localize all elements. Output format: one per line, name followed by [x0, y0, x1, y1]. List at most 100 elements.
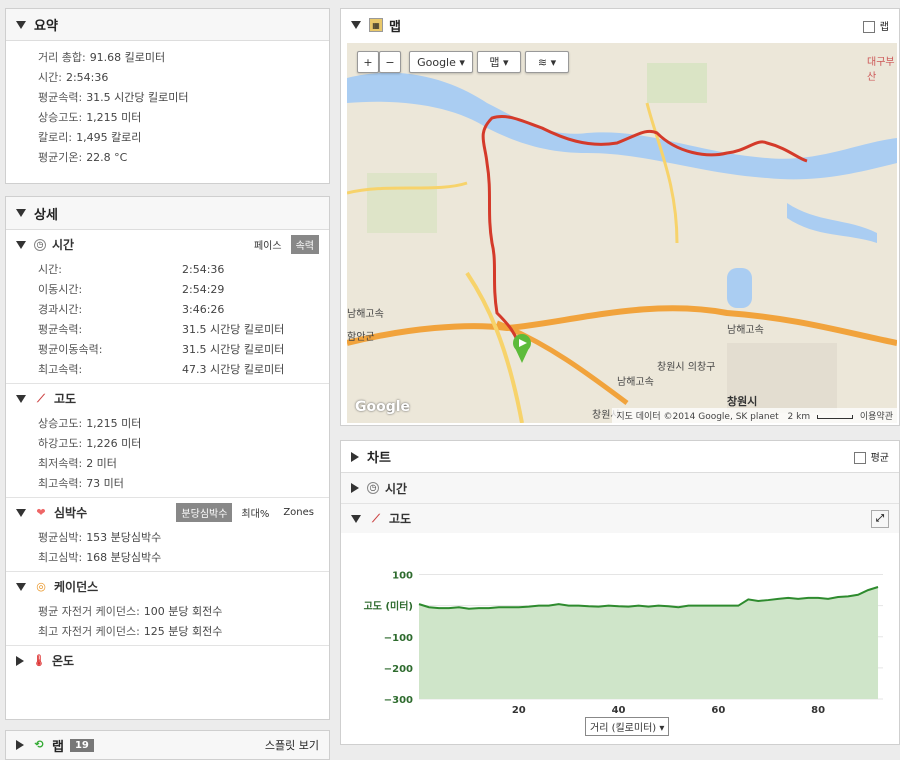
chart-title: 차트	[367, 451, 391, 466]
stat-row: 평균이동속력: 31.5 시간당 킬로미터	[38, 339, 329, 359]
stat-value: 22.8 °C	[86, 150, 128, 164]
collapse-icon[interactable]	[16, 582, 26, 591]
stat-row: 칼로리: 1,495 칼로리	[38, 127, 329, 147]
time-title: 시간	[52, 238, 75, 252]
elevation-section-header[interactable]: ⟋ 고도	[6, 383, 329, 413]
stat-row: 최고속력: 47.3 시간당 킬로미터	[38, 359, 329, 379]
map-attribution: 지도 데이터 ©2014 Google, SK planet 2 km 이용약관	[612, 408, 897, 423]
stat-row: 상승고도: 1,215 미터	[38, 107, 329, 127]
collapse-icon[interactable]	[16, 20, 26, 29]
x-axis-select[interactable]: 거리 (킬로미터) ▾	[585, 717, 670, 736]
chart-time-title: 시간	[385, 481, 408, 496]
x-tick-label: 80	[811, 705, 825, 716]
expand-icon[interactable]	[351, 451, 359, 462]
place-label: 대구부산	[867, 57, 895, 83]
laps-header[interactable]: ⟲ 랩 19 스플릿 보기	[6, 731, 329, 759]
map-panel: ▦ 맵 랩 남해고속 함안군 남해고속 창원시 의창구 남해고속 창원시 창원시…	[340, 8, 900, 426]
stat-label: 칼로리:	[38, 131, 73, 144]
expand-icon[interactable]	[16, 655, 24, 666]
stat-label: 평균속력:	[38, 323, 83, 336]
pace-toggle[interactable]: 페이스	[249, 235, 287, 254]
lap-checkbox[interactable]	[862, 20, 875, 33]
average-checkbox[interactable]	[853, 452, 866, 464]
stat-label: 이동시간:	[38, 283, 83, 296]
stat-value: 1,495 칼로리	[76, 131, 142, 144]
stat-row: 평균속력: 31.5 시간당 킬로미터	[38, 87, 329, 107]
stat-row: 평균속력: 31.5 시간당 킬로미터	[38, 319, 329, 339]
x-tick-label: 20	[512, 705, 526, 716]
collapse-icon[interactable]	[351, 21, 361, 29]
x-tick-label: 60	[711, 705, 725, 716]
chart-panel: 차트 평균 ◷ 시간 ⟋ 고도 ⤢ 100 고도 (미터) −100 −200 −300…	[340, 440, 900, 745]
stat-label: 평균 자전거 케이던스:	[38, 605, 140, 618]
elevation-chart-svg: 100 고도 (미터) −100 −200 −300 20 40 60 80	[364, 571, 883, 716]
expand-chart-icon[interactable]: ⤢	[871, 509, 889, 528]
chart-elevation-title: 고도	[389, 512, 412, 526]
map-title: 맵	[389, 19, 401, 35]
cadence-title: 케이던스	[54, 580, 99, 594]
stat-label: 평균이동속력:	[38, 343, 103, 356]
stat-value: 2:54:36	[65, 70, 109, 84]
chart-elevation-header[interactable]: ⟋ 고도 ⤢	[341, 503, 899, 533]
time-list: 시간: 2:54:36 이동시간: 2:54:29 경과시간: 3:46:26 평균속력: 3…	[6, 259, 329, 383]
stat-value: 47.3 시간당 킬로미터	[182, 363, 285, 376]
stat-label: 최고 자전거 케이던스:	[38, 625, 140, 638]
max-percent-toggle[interactable]: 최대%	[236, 503, 274, 522]
detail-header[interactable]: 상세	[6, 197, 329, 229]
split-view-link[interactable]: 스플릿 보기	[265, 737, 319, 753]
detail-panel: 상세 ◷ 시간 페이스 속력 시간: 2:54:36 이동시간: 2:54:29 경과시…	[5, 196, 330, 720]
clock-icon: ◷	[34, 238, 46, 251]
map-provider-select[interactable]: Google ▾	[409, 51, 473, 73]
zoom-out-button[interactable]: −	[379, 51, 401, 73]
stat-row: 시간: 2:54:36	[38, 67, 329, 87]
chart-time-header[interactable]: ◷ 시간	[341, 473, 899, 503]
bpm-toggle[interactable]: 분당심박수	[176, 503, 233, 522]
heart-section-header[interactable]: ❤ 심박수 분당심박수 최대% Zones	[6, 497, 329, 527]
stat-label: 거리 총합:	[38, 51, 86, 64]
collapse-icon[interactable]	[16, 508, 26, 517]
map-canvas[interactable]: 남해고속 함안군 남해고속 창원시 의창구 남해고속 창원시 창원시 대구부산 …	[347, 43, 897, 423]
map-layers-select[interactable]: ≋ ▾	[525, 51, 569, 73]
stat-row: 최고 자전거 케이던스: 125 분당 회전수	[38, 621, 329, 641]
elevation-title: 고도	[54, 392, 77, 406]
time-section-header[interactable]: ◷ 시간 페이스 속력	[6, 229, 329, 259]
speed-toggle[interactable]: 속력	[290, 235, 319, 254]
stat-row: 하강고도: 1,226 미터	[38, 433, 329, 453]
stat-value: 73 미터	[86, 477, 124, 490]
collapse-icon[interactable]	[351, 514, 361, 523]
stat-label: 시간:	[38, 71, 62, 84]
stat-value: 100 분당 회전수	[143, 605, 223, 618]
stat-value: 31.5 시간당 킬로미터	[86, 91, 189, 104]
map-icon: ▦	[369, 18, 383, 32]
map-type-select[interactable]: 맵 ▾	[477, 51, 521, 73]
cadence-list: 평균 자전거 케이던스: 100 분당 회전수 최고 자전거 케이던스: 125 분당…	[6, 601, 329, 645]
chart-header[interactable]: 차트 평균	[341, 441, 899, 473]
stat-value: 125 분당 회전수	[143, 625, 223, 638]
stat-label: 평균속력:	[38, 91, 83, 104]
stat-label: 상승고도:	[38, 111, 83, 124]
y-tick-label: 고도 (미터)	[364, 600, 413, 613]
collapse-icon[interactable]	[16, 209, 26, 217]
stat-value: 3:46:26	[182, 302, 225, 316]
cadence-section-header[interactable]: ◎ 케이던스	[6, 571, 329, 601]
stat-value: 2:54:29	[182, 282, 225, 296]
attribution-text: 지도 데이터 ©2014 Google, SK planet	[616, 412, 779, 422]
stat-row: 최저속력: 2 미터	[38, 453, 329, 473]
collapse-icon[interactable]	[16, 394, 26, 403]
stat-label: 경과시간:	[38, 303, 83, 316]
summary-header[interactable]: 요약	[6, 9, 329, 41]
expand-icon[interactable]	[351, 483, 359, 493]
map-header[interactable]: ▦ 맵 랩	[341, 9, 899, 41]
stat-label: 최저속력:	[38, 457, 83, 470]
temperature-section-header[interactable]: 🌡 온도	[6, 645, 329, 675]
zoom-in-button[interactable]: +	[357, 51, 379, 73]
collapse-icon[interactable]	[16, 240, 26, 249]
stat-row: 평균 자전거 케이던스: 100 분당 회전수	[38, 601, 329, 621]
stat-row: 상승고도: 1,215 미터	[38, 413, 329, 433]
terms-link[interactable]: 이용약관	[860, 412, 893, 422]
zones-toggle[interactable]: Zones	[278, 505, 319, 520]
stat-value: 168 분당심박수	[86, 551, 162, 564]
heart-icon: ❤	[36, 505, 46, 519]
cadence-icon: ◎	[36, 579, 46, 593]
place-label: 남해고속	[347, 309, 384, 320]
